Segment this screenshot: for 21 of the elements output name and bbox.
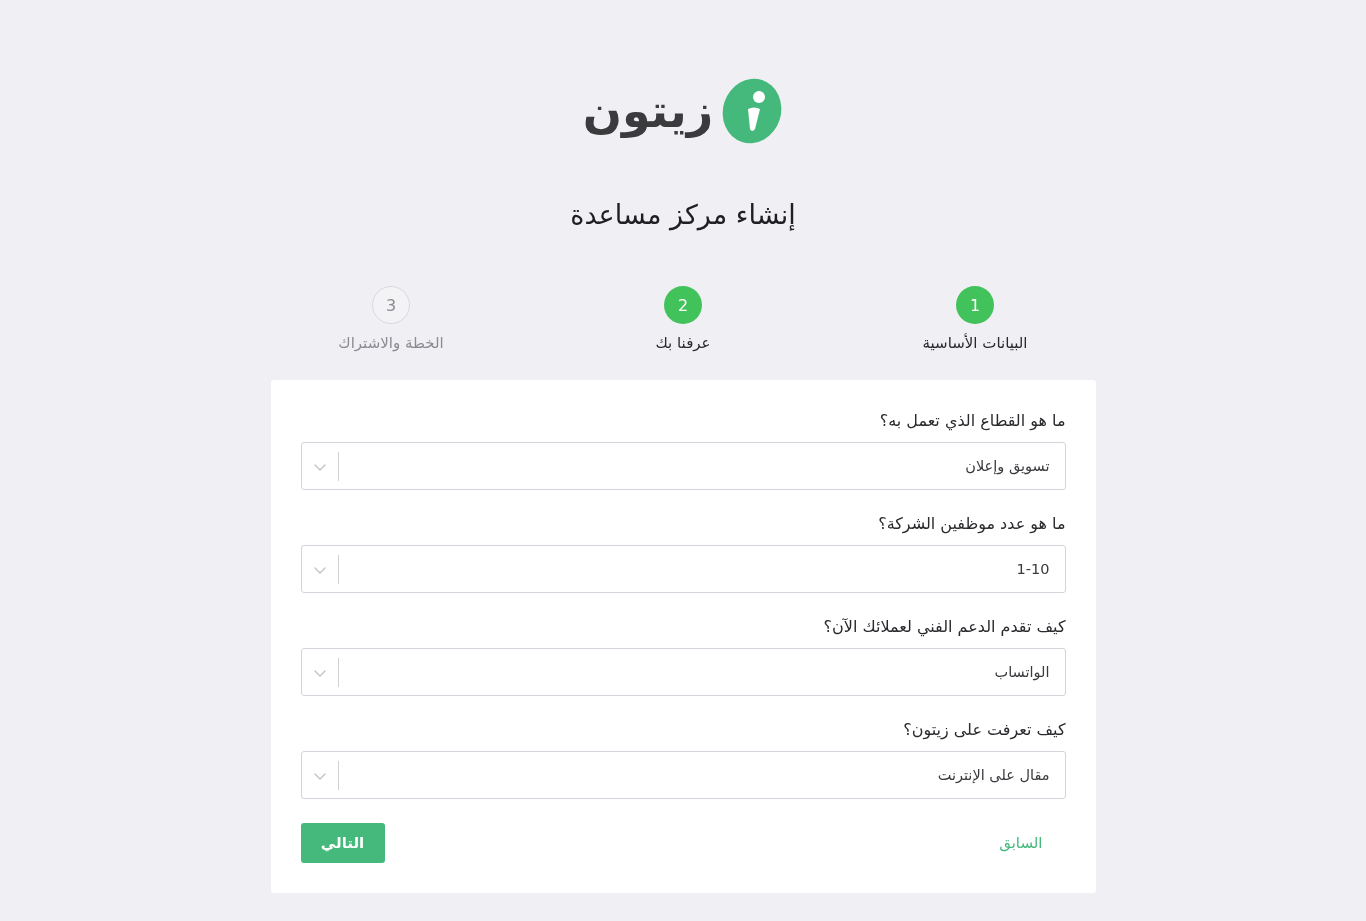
step-label: الخطة والاشتراك bbox=[338, 333, 444, 354]
field-label: كيف تعرفت على زيتون؟ bbox=[903, 719, 1066, 741]
logo-wordmark: زيتون bbox=[582, 83, 714, 140]
field-label: ما هو عدد موظفين الشركة؟ bbox=[878, 513, 1066, 535]
chevron-down-icon bbox=[313, 773, 326, 780]
step-number: 3 bbox=[372, 286, 410, 324]
chevron-down-icon bbox=[313, 567, 326, 574]
field-label: ما هو القطاع الذي تعمل به؟ bbox=[879, 410, 1066, 432]
step-label: البيانات الأساسية bbox=[922, 332, 1028, 354]
chevron-down-icon bbox=[313, 464, 326, 471]
select-field[interactable]: 1-10 bbox=[300, 545, 1066, 593]
select-field[interactable]: مقال على الإنترنت bbox=[300, 751, 1066, 799]
step-number: 1 bbox=[956, 286, 994, 324]
chevron-down-icon bbox=[313, 670, 326, 677]
select-field[interactable]: تسويق وإعلان bbox=[300, 442, 1066, 490]
select-field[interactable]: الواتساب bbox=[300, 648, 1066, 696]
field-label: كيف تقدم الدعم الفني لعملائك الآن؟ bbox=[823, 616, 1066, 638]
step-number: 2 bbox=[664, 286, 702, 324]
page-title: إنشاء مركز مساعدة bbox=[570, 198, 796, 232]
logo-icon bbox=[721, 78, 784, 144]
step-label: عرفنا بك bbox=[655, 333, 711, 354]
